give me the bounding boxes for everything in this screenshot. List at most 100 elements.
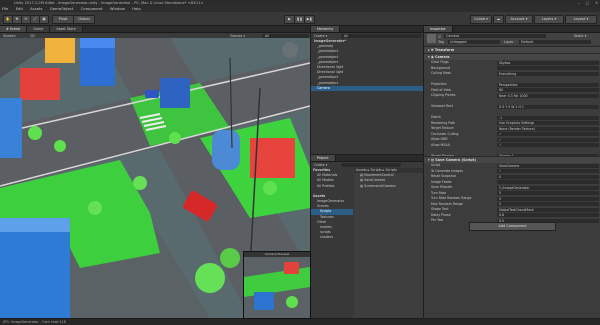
menu-assets[interactable]: Assets bbox=[30, 6, 42, 11]
layers-dropdown[interactable]: Layers ▾ bbox=[534, 15, 564, 24]
inspector-field-row: Target Texture None (Render Texture) bbox=[427, 126, 599, 131]
collab-button[interactable]: Collab ▾ bbox=[470, 15, 492, 24]
tab-inspector[interactable]: Inspector bbox=[424, 26, 453, 32]
field-value[interactable]: Near 0.3 Far 1000 bbox=[497, 93, 599, 98]
hierarchy-search-input[interactable]: All bbox=[341, 34, 422, 38]
project-search-input[interactable] bbox=[341, 163, 401, 167]
transform-icon: ▸ ⊕ bbox=[428, 48, 435, 52]
field-label: Shape Text bbox=[431, 207, 449, 211]
space-toggle[interactable]: Global bbox=[73, 15, 95, 24]
hierarchy-create-dropdown[interactable]: Create ▾ bbox=[314, 33, 327, 39]
static-dropdown[interactable]: Static ▾ bbox=[574, 34, 586, 38]
add-component-button[interactable]: Add Component bbox=[469, 222, 556, 231]
layout-dropdown[interactable]: Layout ▾ bbox=[565, 15, 597, 24]
inspector-field-row: Occlusion Culling ✓ bbox=[427, 131, 599, 137]
field-value[interactable]: ✓ bbox=[497, 137, 599, 142]
menu-component[interactable]: Component bbox=[81, 6, 103, 11]
inspector-field-row bbox=[427, 148, 597, 153]
hierarchy-list: ImageGenerator* _gameobj _gameobject _ga… bbox=[311, 39, 423, 91]
field-value[interactable]: Everything bbox=[497, 71, 599, 76]
field-label: Projection bbox=[431, 82, 447, 86]
step-button[interactable]: ▶❚ bbox=[304, 15, 315, 24]
field-value[interactable]: 5 bbox=[497, 196, 599, 201]
inspector-field-row bbox=[427, 77, 597, 82]
field-value[interactable]: X 0 Y 0 W 1 H 1 bbox=[497, 104, 599, 109]
field-label: Field of View bbox=[431, 87, 452, 92]
field-value[interactable]: ✓ bbox=[497, 132, 599, 136]
field-value[interactable]: 5 bbox=[497, 202, 599, 206]
tab-project[interactable]: Project bbox=[311, 155, 336, 161]
field-label: Turn Rate bbox=[431, 190, 447, 195]
tab-asset-store[interactable]: Asset Store bbox=[50, 26, 83, 32]
field-value[interactable]: 5 bbox=[497, 191, 599, 195]
inspector-field-row: Field of View 60 bbox=[427, 87, 599, 93]
field-value[interactable]: ✓ bbox=[497, 169, 599, 173]
field-value[interactable]: Skybox bbox=[497, 60, 599, 65]
field-label: Clipping Planes bbox=[431, 93, 456, 97]
inspector-field-row: Clipping Planes Near 0.3 Far 1000 bbox=[427, 93, 599, 98]
cloud-icon[interactable]: ☁ bbox=[493, 15, 504, 24]
script-file[interactable]: ▤ ScreenshotCamera bbox=[354, 184, 423, 189]
layer-dropdown[interactable]: Default bbox=[519, 39, 591, 44]
project-tab-bar: Project bbox=[311, 155, 423, 162]
inspector-field-row: Delay Phase 0.8 bbox=[427, 212, 599, 218]
inspector-field-row: To Generate Images ✓ bbox=[427, 169, 599, 174]
tab-game[interactable]: Game bbox=[27, 26, 51, 32]
inspector-field-row: Projection Perspective bbox=[427, 82, 599, 87]
field-value[interactable]: SaveCamera bbox=[497, 163, 599, 168]
field-label: Reset Snapshot bbox=[431, 174, 456, 178]
field-label: Allow MSAA bbox=[431, 142, 450, 147]
field-value[interactable]: 0 bbox=[497, 174, 599, 179]
inspector-tab-bar: Inspector bbox=[424, 26, 600, 33]
menu-window[interactable]: Window bbox=[110, 6, 125, 11]
field-label: Delay Phase bbox=[431, 212, 451, 217]
tag-dropdown[interactable]: Untagged bbox=[448, 39, 500, 44]
hierarchy-tab-bar: Hierarchy bbox=[311, 26, 423, 33]
inspector-field-row: Clear Flags Skybox bbox=[427, 60, 599, 65]
pivot-toggle[interactable]: Pivot bbox=[52, 15, 74, 24]
inspector-panel: Inspector ☑ Camera Static ▾ Tag Untagged… bbox=[424, 26, 600, 318]
inspector-field-row: Rendering Path Use Graphics Settings bbox=[427, 121, 599, 126]
inspector-field-row: Script SaveCamera bbox=[427, 163, 599, 168]
field-label: Depth bbox=[431, 115, 441, 119]
field-value[interactable]: Use Graphics Settings bbox=[497, 121, 599, 125]
menu-gameobject[interactable]: GameObject bbox=[50, 6, 74, 11]
field-value[interactable]: 60 bbox=[497, 88, 599, 92]
field-value[interactable]: GlobalTextCheckMesh bbox=[497, 207, 599, 212]
camera-preview-image bbox=[244, 257, 310, 318]
tab-scene[interactable]: # Scene bbox=[0, 26, 28, 32]
menu-help[interactable]: Help bbox=[132, 6, 141, 11]
script-section-header[interactable]: ▾ ▤ Save Camera (Script) bbox=[424, 156, 600, 163]
object-name-field[interactable]: Camera bbox=[444, 34, 546, 38]
tab-hierarchy[interactable]: Hierarchy bbox=[311, 26, 341, 32]
field-value[interactable]: C:/ImageGenerator bbox=[497, 185, 599, 190]
inspector-field-row: Background bbox=[427, 66, 599, 71]
inspector-field-row: Viewport Rect X 0 Y 0 W 1 H 1 bbox=[427, 104, 599, 109]
transform-section-header[interactable]: ▸ ⊕ Transform bbox=[424, 46, 600, 53]
hierarchy-toolbar: Create ▾ All bbox=[311, 33, 423, 39]
account-dropdown[interactable]: Account ▾ bbox=[505, 15, 533, 24]
field-value[interactable]: -1 bbox=[497, 115, 599, 120]
field-value[interactable]: None (Render Texture) bbox=[497, 126, 599, 131]
camera-section-header[interactable]: ▾ ◉ Camera bbox=[424, 53, 600, 60]
project-file-view: Assets ▸ Scripts ▸ Scripts ▤ MovementCon… bbox=[354, 168, 423, 318]
field-value[interactable] bbox=[497, 66, 599, 70]
hierarchy-item-camera[interactable]: Camera bbox=[311, 85, 423, 91]
field-label: Occlusion Culling bbox=[431, 131, 459, 136]
menu-file[interactable]: File bbox=[2, 6, 8, 11]
inspector-field-row: Turn Rate Random Range 5 bbox=[427, 196, 599, 201]
script-file-label: SaveCamera bbox=[364, 178, 386, 183]
menu-edit[interactable]: Edit bbox=[16, 6, 23, 11]
field-label: Allow HDR bbox=[431, 137, 448, 141]
field-label: Viewport Rect bbox=[431, 104, 454, 108]
field-value[interactable]: 0.8 bbox=[497, 213, 599, 217]
field-value[interactable]: ✓ bbox=[497, 143, 599, 147]
active-checkbox[interactable]: ☑ bbox=[438, 35, 441, 39]
field-value[interactable]: Perspective bbox=[497, 82, 599, 87]
folder-item[interactable]: shaders bbox=[311, 235, 353, 240]
rect-tool-button[interactable]: ▣ bbox=[39, 15, 49, 24]
field-label: Per Yaw bbox=[431, 218, 444, 222]
inspector-field-row: Allow HDR ✓ bbox=[427, 137, 599, 142]
field-value[interactable] bbox=[497, 180, 599, 184]
field-label: Culling Mask bbox=[431, 71, 452, 75]
